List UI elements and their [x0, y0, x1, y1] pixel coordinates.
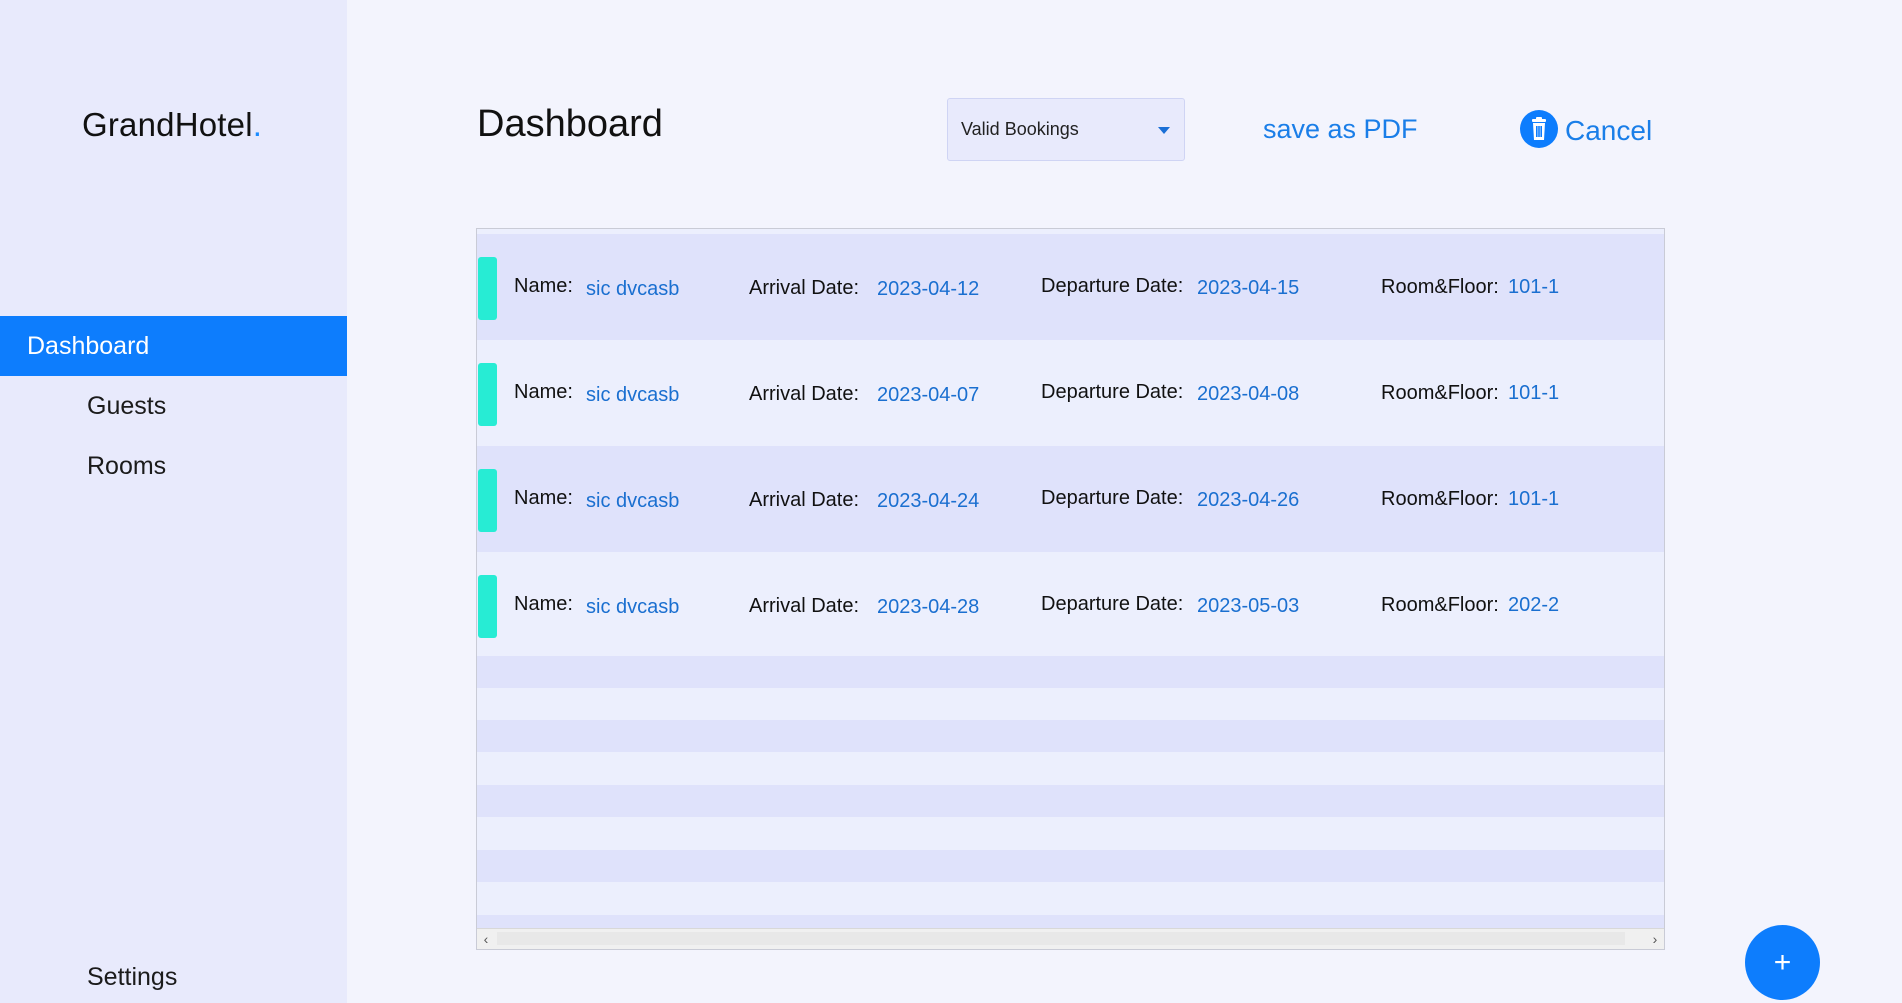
arrival-date: 2023-04-24 [877, 490, 980, 512]
room-floor-label: Room&Floor: [1381, 594, 1499, 616]
add-booking-button[interactable]: + [1745, 925, 1820, 1000]
app-window: GrandHotel. Dashboard Guests Rooms Setti… [0, 0, 1902, 1003]
room-floor-label: Room&Floor: [1381, 488, 1499, 510]
arrival-label: Arrival Date: [749, 595, 860, 617]
departure-label: Departure Date: [1041, 487, 1184, 509]
name-label: Name: [514, 275, 573, 297]
sidebar-item-rooms[interactable]: Rooms [0, 436, 347, 496]
booking-filter-select[interactable]: Valid Bookings [947, 98, 1185, 161]
arrival-label: Arrival Date: [749, 489, 860, 511]
empty-row [477, 720, 1664, 752]
booking-filter-value: Valid Bookings [961, 119, 1079, 139]
booking-row[interactable]: Name: sic dvcasb Arrival Date: 2023-04-2… [477, 446, 1664, 552]
departure-date: 2023-05-03 [1197, 595, 1300, 617]
arrival-date: 2023-04-28 [877, 596, 980, 618]
room-floor-label: Room&Floor: [1381, 276, 1499, 298]
trash-icon [1520, 110, 1558, 148]
save-as-pdf-button[interactable]: save as PDF [1263, 114, 1418, 145]
sidebar-item-dashboard[interactable]: Dashboard [0, 316, 347, 376]
guest-name: sic dvcasb [586, 490, 680, 512]
row-status-marker [478, 363, 497, 426]
chevron-left-icon[interactable]: ‹ [477, 929, 495, 949]
room-floor: 101-1 [1508, 276, 1560, 298]
horizontal-scrollbar[interactable]: ‹ › [477, 928, 1664, 949]
arrival-date: 2023-04-12 [877, 278, 980, 300]
arrival-label: Arrival Date: [749, 277, 860, 299]
booking-row[interactable]: Name: sic dvcasb Arrival Date: 2023-04-1… [477, 234, 1664, 340]
room-floor: 101-1 [1508, 382, 1560, 404]
page-title: Dashboard [477, 103, 663, 145]
room-floor-label: Room&Floor: [1381, 382, 1499, 404]
guest-name: sic dvcasb [586, 596, 680, 618]
row-status-marker [478, 575, 497, 638]
empty-row [477, 850, 1664, 882]
departure-date: 2023-04-15 [1197, 277, 1300, 299]
cancel-label: Cancel [1565, 115, 1653, 146]
name-label: Name: [514, 487, 573, 509]
guest-name: sic dvcasb [586, 278, 680, 300]
room-floor: 202-2 [1508, 594, 1560, 616]
sidebar-item-label: Settings [87, 963, 178, 991]
row-status-marker [478, 469, 497, 532]
sidebar-item-label: Rooms [87, 452, 167, 480]
brand-logo: GrandHotel. [82, 106, 262, 144]
chevron-right-icon[interactable]: › [1646, 929, 1664, 949]
sidebar-item-settings[interactable]: Settings [0, 947, 347, 1003]
chevron-down-icon [1158, 127, 1170, 134]
booking-row[interactable]: Name: sic dvcasb Arrival Date: 2023-04-2… [477, 552, 1664, 658]
name-label: Name: [514, 381, 573, 403]
scrollbar-thumb[interactable] [497, 932, 1625, 945]
plus-icon: + [1773, 946, 1792, 979]
guest-name: sic dvcasb [586, 384, 680, 406]
departure-label: Departure Date: [1041, 381, 1184, 403]
departure-date: 2023-04-08 [1197, 383, 1300, 405]
booking-row[interactable]: Name: sic dvcasb Arrival Date: 2023-04-0… [477, 340, 1664, 446]
sidebar: GrandHotel. Dashboard Guests Rooms Setti… [0, 0, 347, 1003]
arrival-date: 2023-04-07 [877, 384, 980, 406]
arrival-label: Arrival Date: [749, 383, 860, 405]
room-floor: 101-1 [1508, 488, 1560, 510]
brand-dot: . [252, 106, 263, 143]
departure-label: Departure Date: [1041, 275, 1184, 297]
departure-label: Departure Date: [1041, 593, 1184, 615]
bookings-table[interactable]: Name: sic dvcasb Arrival Date: 2023-04-1… [476, 228, 1665, 950]
sidebar-item-label: Guests [87, 392, 167, 420]
departure-date: 2023-04-26 [1197, 489, 1300, 511]
empty-row [477, 656, 1664, 688]
sidebar-item-guests[interactable]: Guests [0, 376, 347, 436]
name-label: Name: [514, 593, 573, 615]
row-status-marker [478, 257, 497, 320]
brand-name: GrandHotel [82, 106, 253, 143]
sidebar-item-label: Dashboard [27, 332, 150, 360]
empty-row [477, 785, 1664, 817]
